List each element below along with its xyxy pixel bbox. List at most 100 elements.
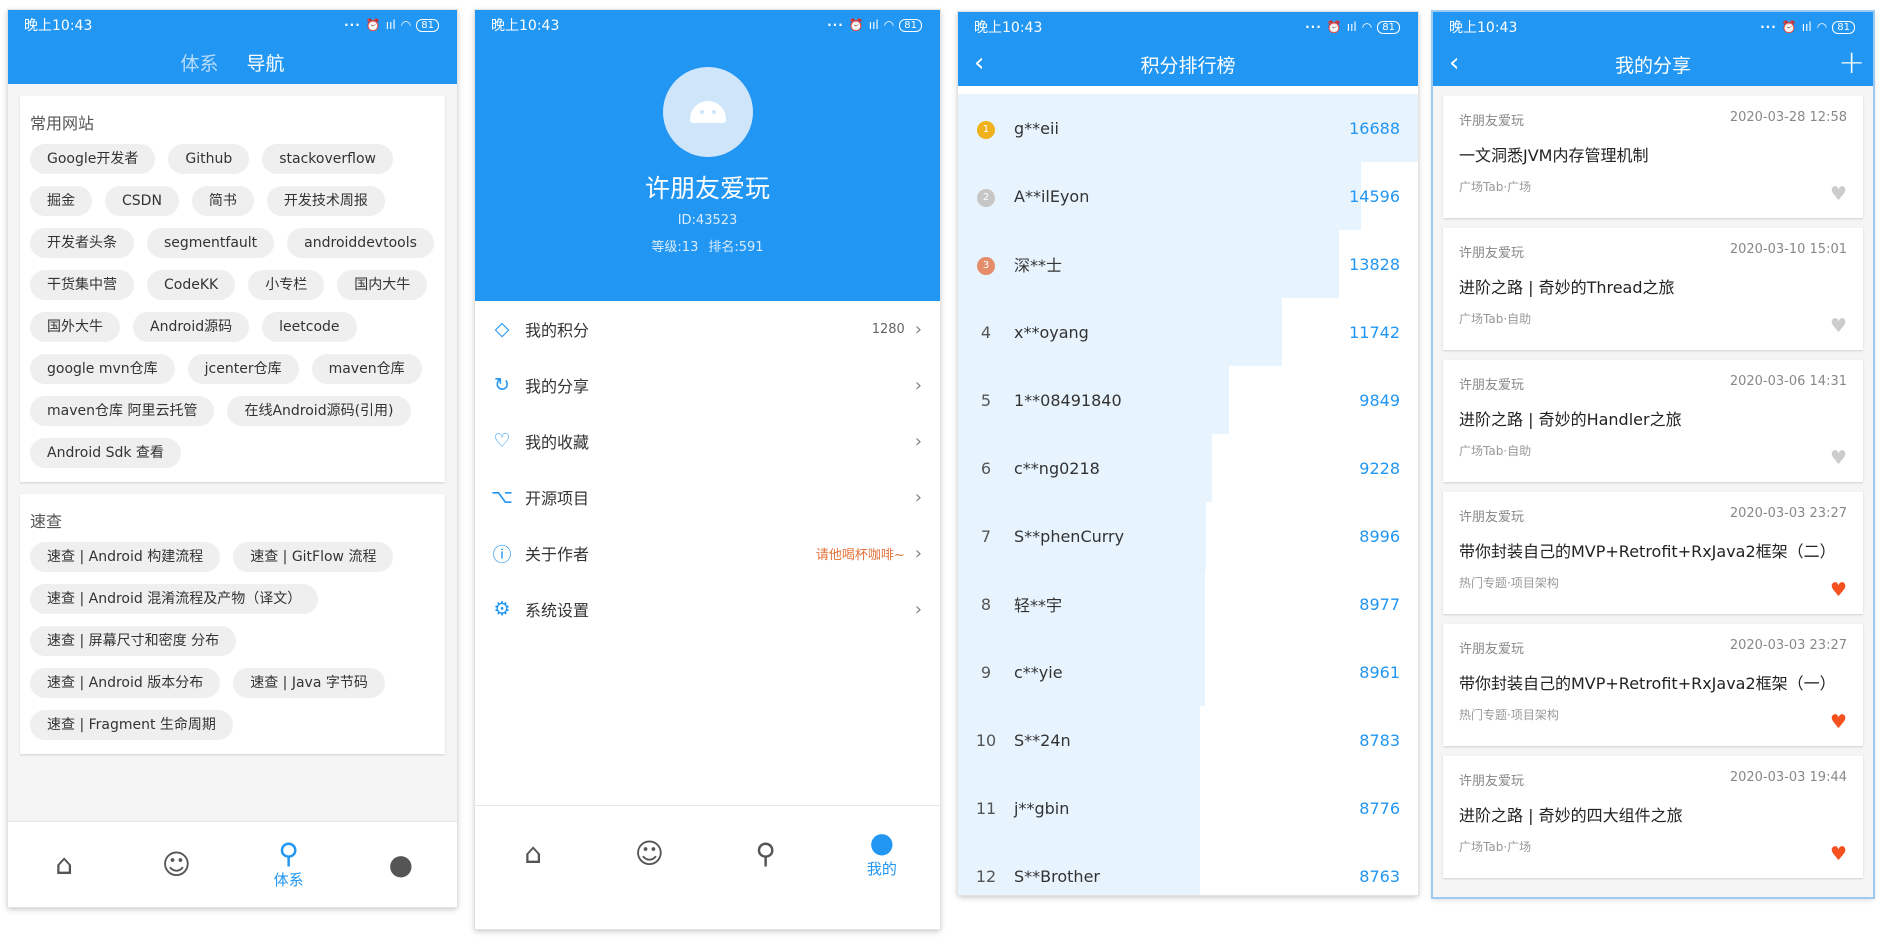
link-chip[interactable]: maven仓库 <box>311 354 422 384</box>
user-id: ID:43523 <box>677 213 738 228</box>
user-name: g**eii <box>1014 118 1059 138</box>
link-chip[interactable]: 速查 | Fragment 生命周期 <box>30 710 233 740</box>
link-chip[interactable]: Android源码 <box>133 312 250 342</box>
user-score: 8783 <box>1359 730 1400 750</box>
menu-item[interactable]: ⚙ 系统设置 › <box>475 581 940 637</box>
nav-square[interactable]: ☺ <box>120 822 232 907</box>
share-card[interactable]: 许朋友爱玩 2020-03-03 19:44 进阶之路 | 奇妙的四大组件之旅 广场T… <box>1443 756 1863 878</box>
alarm-icon: ⏰ <box>1781 20 1797 34</box>
share-date: 2020-03-03 23:27 <box>1729 638 1847 653</box>
share-card[interactable]: 许朋友爱玩 2020-03-10 15:01 进阶之路 | 奇妙的Thread之旅广… <box>1443 228 1863 350</box>
rank-number: 7 <box>980 526 992 546</box>
link-chip[interactable]: segmentfault <box>147 228 275 258</box>
link-chip[interactable]: 开发技术周报 <box>266 186 385 216</box>
nav-system[interactable]: ⚲ <box>708 806 824 901</box>
share-card[interactable]: 许朋友爱玩 2020-03-03 23:27 带你封装自己的MVP+Retrofit… <box>1443 624 1863 746</box>
link-chip[interactable]: androiddevtools <box>287 228 434 258</box>
link-chip[interactable]: google mvn仓库 <box>30 354 175 384</box>
nav-system[interactable]: ⚲ 体系 <box>233 822 345 907</box>
link-chip[interactable]: leetcode <box>262 312 357 342</box>
link-chip[interactable]: 开发者头条 <box>30 228 134 258</box>
ranking-row[interactable]: 10 S**24n 8783 <box>958 706 1418 774</box>
ranking-row[interactable]: 11 j**gbin 8776 <box>958 774 1418 842</box>
signal-icon: ııl <box>868 18 879 32</box>
nav-mine[interactable]: ● 我的 <box>824 806 940 901</box>
link-chip[interactable]: 干货集中营 <box>30 270 134 300</box>
link-chip[interactable]: CodeKK <box>147 270 236 300</box>
nav-mine-label: 我的 <box>866 860 897 878</box>
ranking-row[interactable]: 7 S**phenCurry 8996 <box>958 502 1418 570</box>
link-chip[interactable]: Github <box>168 144 250 174</box>
add-icon[interactable]: + <box>1838 46 1865 78</box>
menu-item[interactable]: ⓘ 关于作者 请他喝杯咖啡~ › <box>475 525 940 581</box>
menu-item[interactable]: ◇ 我的积分 1280 › <box>475 301 940 357</box>
share-card-header: 许朋友爱玩 2020-03-10 15:01 <box>1459 242 1847 261</box>
heart-icon[interactable]: ♥ <box>1830 580 1847 600</box>
status-bar: 晚上10:43 ··· ⏰ ııl ◠ 81 <box>8 10 457 40</box>
link-chip[interactable]: 速查 | 屏幕尺寸和密度 分布 <box>30 626 237 656</box>
link-chip[interactable]: Android Sdk 查看 <box>30 438 181 468</box>
share-card[interactable]: 许朋友爱玩 2020-03-03 23:27 带你封装自己的MVP+Retrofit… <box>1443 492 1863 614</box>
user-score: 8763 <box>1359 866 1400 886</box>
share-tag: 广场Tab·广场 <box>1459 180 1532 194</box>
ranking-row[interactable]: 12 S**Brother 8763 <box>958 842 1418 895</box>
ranking-row[interactable]: 5 1**08491840 9849 <box>958 366 1418 434</box>
link-chip[interactable]: 小专栏 <box>248 270 325 300</box>
share-card[interactable]: 许朋友爱玩 2020-03-06 14:31 进阶之路 | 奇妙的Handler之旅… <box>1443 360 1863 482</box>
menu-item[interactable]: ♡ 我的收藏 › <box>475 413 940 469</box>
share-tag: 热门专题·项目架构 <box>1459 576 1559 590</box>
ranking-row[interactable]: 3 深**士 13828 <box>958 230 1418 298</box>
menu-item[interactable]: ↻ 我的分享 › <box>475 357 940 413</box>
heart-icon[interactable]: ♥ <box>1830 184 1847 204</box>
link-chip[interactable]: 在线Android源码(引用) <box>227 396 411 426</box>
ranking-row[interactable]: 8 轻**宇 8977 <box>958 570 1418 638</box>
link-chip[interactable]: 掘金 <box>30 186 92 216</box>
heart-icon[interactable]: ♥ <box>1830 712 1847 732</box>
nav-mine[interactable]: ● <box>345 822 457 907</box>
share-title: 带你封装自己的MVP+Retrofit+RxJava2框架（二） <box>1459 542 1836 561</box>
link-chip[interactable]: 速查 | Java 字节码 <box>233 668 385 698</box>
link-chip[interactable]: stackoverflow <box>262 144 393 174</box>
tab-system[interactable]: 体系 <box>180 49 218 76</box>
link-chip[interactable]: jcenter仓库 <box>187 354 299 384</box>
nav-home[interactable]: ⌂ <box>8 822 120 907</box>
back-icon[interactable]: ‹ <box>974 50 984 76</box>
heart-icon[interactable]: ♥ <box>1830 316 1847 336</box>
link-chip[interactable]: Google开发者 <box>30 144 156 174</box>
share-card[interactable]: 许朋友爱玩 2020-03-28 12:58 一文洞悉JVM内存管理机制 广场Tab·… <box>1443 96 1863 218</box>
ranking-row[interactable]: 6 c**ng0218 9228 <box>958 434 1418 502</box>
menu-item[interactable]: ⌥ 开源项目 › <box>475 469 940 525</box>
chevron-right-icon: › <box>914 374 922 396</box>
user-name: c**yie <box>1014 662 1063 682</box>
ranking-row[interactable]: 2 A**ilEyon 14596 <box>958 162 1418 230</box>
link-chip[interactable]: 国内大牛 <box>337 270 428 300</box>
nav-home[interactable]: ⌂ <box>475 806 591 901</box>
link-chip[interactable]: maven仓库 阿里云托管 <box>30 396 215 426</box>
link-chip[interactable]: 国外大牛 <box>30 312 120 342</box>
back-icon[interactable]: ‹ <box>1449 50 1459 76</box>
link-chip[interactable]: 速查 | Android 版本分布 <box>30 668 221 698</box>
user-name: S**24n <box>1014 730 1071 750</box>
avatar[interactable] <box>662 67 753 157</box>
ranking-row[interactable]: 1 g**eii 16688 <box>958 94 1418 162</box>
link-chip[interactable]: CSDN <box>105 186 179 216</box>
tab-navigation[interactable]: 导航 <box>247 49 285 76</box>
ranking-row[interactable]: 4 x**oyang 11742 <box>958 298 1418 366</box>
battery-icon: 81 <box>1377 20 1400 34</box>
menu-item-label: 我的积分 <box>525 321 590 340</box>
github-icon: ⌥ <box>491 486 513 508</box>
heart-icon[interactable]: ♥ <box>1830 844 1847 864</box>
link-chip[interactable]: 速查 | Android 混淆流程及产物（译文） <box>30 584 319 614</box>
link-chip-group: 速查 | Android 构建流程 速查 | GitFlow 流程速查 | And… <box>30 542 435 740</box>
status-bar: 晚上10:43 ··· ⏰ ııl ◠ 81 <box>1433 12 1873 42</box>
user-icon: ● <box>388 847 414 881</box>
link-chip[interactable]: 速查 | Android 构建流程 <box>30 542 221 572</box>
alarm-icon: ⏰ <box>1326 20 1342 34</box>
link-chip[interactable]: 简书 <box>191 186 254 216</box>
nav-square[interactable]: ☺ <box>591 806 707 901</box>
wifi-icon: ◠ <box>883 18 895 32</box>
link-chip[interactable]: 速查 | GitFlow 流程 <box>233 542 394 572</box>
ranking-row[interactable]: 9 c**yie 8961 <box>958 638 1418 706</box>
heart-icon[interactable]: ♥ <box>1830 448 1847 468</box>
rank-number: 9 <box>980 662 992 682</box>
